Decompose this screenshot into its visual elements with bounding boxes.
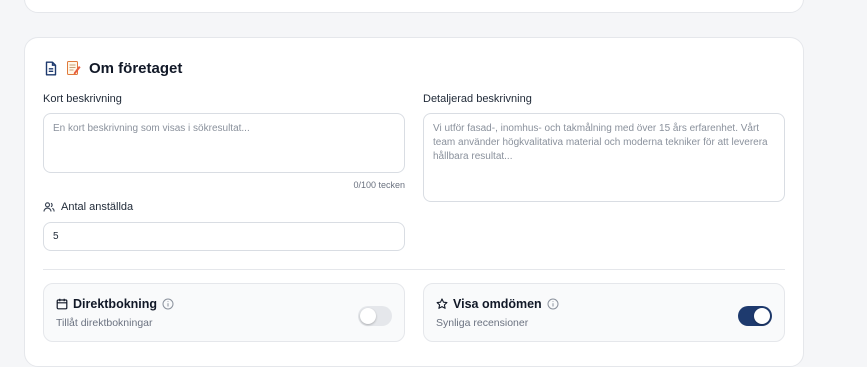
section-title: Om företaget — [89, 59, 183, 77]
info-icon[interactable] — [547, 298, 559, 310]
document-icon — [44, 61, 58, 76]
direct-booking-title: Direktbokning — [73, 297, 158, 311]
memo-emoji-icon — [66, 60, 81, 76]
show-reviews-toggle[interactable] — [738, 306, 772, 326]
show-reviews-subtitle: Synliga recensioner — [436, 317, 529, 329]
direct-booking-toggle[interactable] — [358, 306, 392, 326]
info-icon[interactable] — [162, 298, 174, 310]
show-reviews-title-row: Visa omdömen — [436, 296, 559, 312]
direct-booking-card: Direktbokning Tillåt direktbokningar — [43, 283, 405, 342]
users-icon — [43, 201, 55, 213]
employees-label-row: Antal anställda — [43, 201, 133, 213]
company-section-card: Om företaget Kort beskrivning 0/100 teck… — [24, 37, 804, 367]
employees-input[interactable] — [43, 222, 405, 251]
short-description-label: Kort beskrivning — [43, 93, 122, 105]
detailed-description-label: Detaljerad beskrivning — [423, 93, 532, 105]
direct-booking-subtitle: Tillåt direktbokningar — [56, 317, 153, 329]
calendar-icon — [56, 298, 68, 310]
divider — [43, 269, 785, 270]
employees-label: Antal anställda — [61, 201, 134, 213]
detailed-description-field[interactable] — [423, 113, 785, 202]
short-description-field[interactable] — [43, 113, 405, 173]
toggle-knob — [360, 308, 376, 324]
section-header: Om företaget — [44, 58, 182, 78]
star-icon — [436, 298, 448, 310]
show-reviews-card: Visa omdömen Synliga recensioner — [423, 283, 785, 342]
toggle-knob — [754, 308, 770, 324]
show-reviews-title: Visa omdömen — [453, 297, 542, 311]
previous-section-card — [24, 0, 804, 13]
direct-booking-title-row: Direktbokning — [56, 296, 174, 312]
short-description-counter: 0/100 tecken — [353, 180, 405, 190]
